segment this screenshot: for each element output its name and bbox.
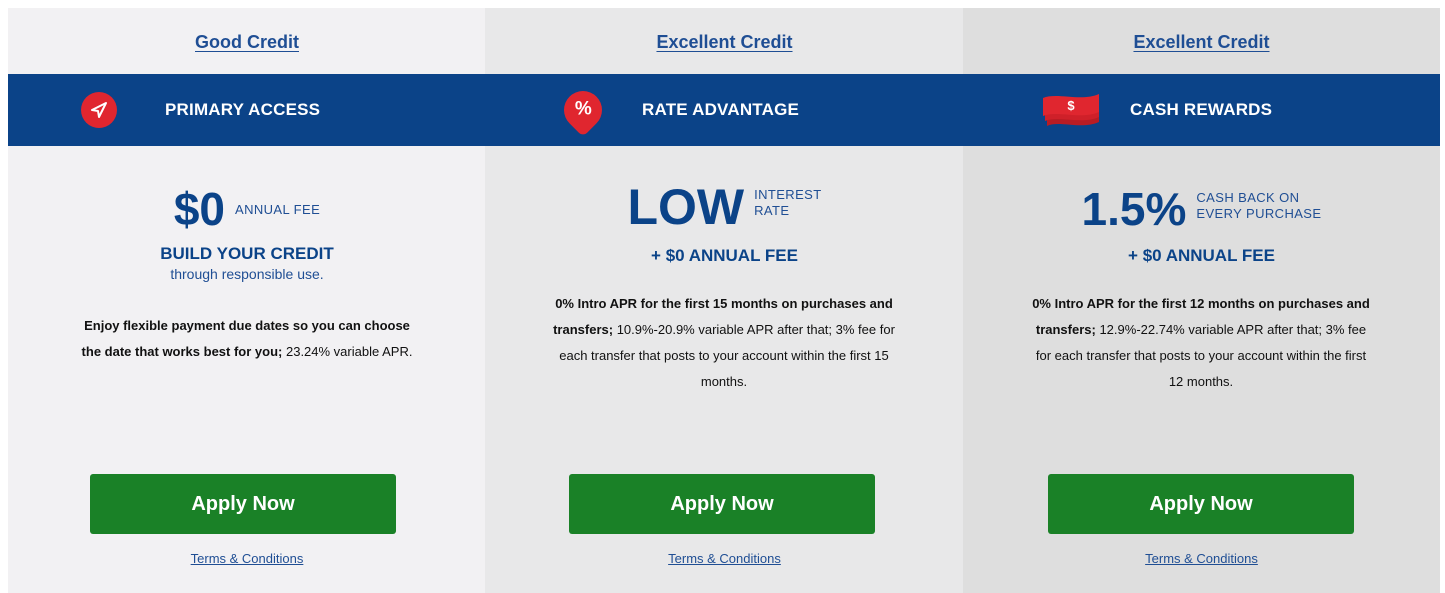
cash-icon: $: [1043, 94, 1099, 126]
sub-heading: BUILD YOUR CREDIT: [160, 244, 334, 263]
terms-conditions-link[interactable]: Terms & Conditions: [8, 551, 486, 566]
terms-conditions-link[interactable]: Terms & Conditions: [485, 551, 964, 566]
headline-caption-line: RATE: [754, 203, 790, 218]
tier-link-good-credit[interactable]: Good Credit: [8, 32, 486, 53]
card-description: 0% Intro APR for the first 12 months on …: [1029, 291, 1374, 395]
apply-now-button[interactable]: Apply Now: [569, 474, 875, 534]
tier-link-excellent-credit[interactable]: Excellent Credit: [963, 32, 1440, 53]
band-rate-advantage: % RATE ADVANTAGE: [556, 74, 800, 146]
paper-plane-icon: [81, 92, 117, 128]
headline-caption-line: INTEREST: [754, 187, 822, 202]
apply-now-button[interactable]: Apply Now: [1048, 474, 1354, 534]
headline-value: $0: [173, 183, 225, 235]
headline-value: LOW: [627, 179, 745, 235]
percent-icon: %: [556, 83, 610, 137]
sub-heading: + $0 ANNUAL FEE: [1128, 246, 1275, 265]
percent-glyph: %: [574, 99, 592, 120]
headline-primary: $0 ANNUAL FEE: [8, 186, 486, 232]
headline-caption: CASH BACK ON EVERY PURCHASE: [1196, 190, 1321, 222]
sub-caption: through responsible use.: [170, 266, 324, 282]
card-title-band: PRIMARY ACCESS % RATE ADVANTAGE $ CASH R…: [8, 74, 1440, 146]
headline-caption: INTEREST RATE: [754, 187, 821, 219]
band-label: CASH REWARDS: [1130, 100, 1273, 119]
apply-now-button[interactable]: Apply Now: [90, 474, 396, 534]
description-text: 23.24% variable APR.: [285, 344, 413, 359]
headline-cash: 1.5% CASH BACK ON EVERY PURCHASE: [963, 186, 1440, 232]
cash-glyph: $: [1067, 98, 1075, 113]
terms-conditions-link[interactable]: Terms & Conditions: [963, 551, 1440, 566]
band-label: PRIMARY ACCESS: [165, 100, 321, 119]
band-primary-access: PRIMARY ACCESS: [81, 74, 320, 146]
band-cash-rewards: $ CASH REWARDS: [1041, 74, 1272, 146]
headline-rate: LOW INTEREST RATE: [485, 182, 964, 232]
headline-caption-line: EVERY PURCHASE: [1196, 206, 1322, 221]
headline-value: 1.5%: [1081, 183, 1187, 235]
headline-caption: ANNUAL FEE: [235, 202, 321, 217]
headline-caption-line: CASH BACK ON: [1196, 190, 1300, 205]
card-description: 0% Intro APR for the first 15 months on …: [552, 291, 897, 395]
band-label: RATE ADVANTAGE: [642, 100, 800, 119]
sub-heading: + $0 ANNUAL FEE: [651, 246, 798, 265]
credit-card-comparison: Good Credit Excellent Credit Excellent C…: [8, 8, 1440, 593]
card-description: Enjoy flexible payment due dates so you …: [77, 313, 417, 365]
tier-link-excellent-credit[interactable]: Excellent Credit: [485, 32, 964, 53]
